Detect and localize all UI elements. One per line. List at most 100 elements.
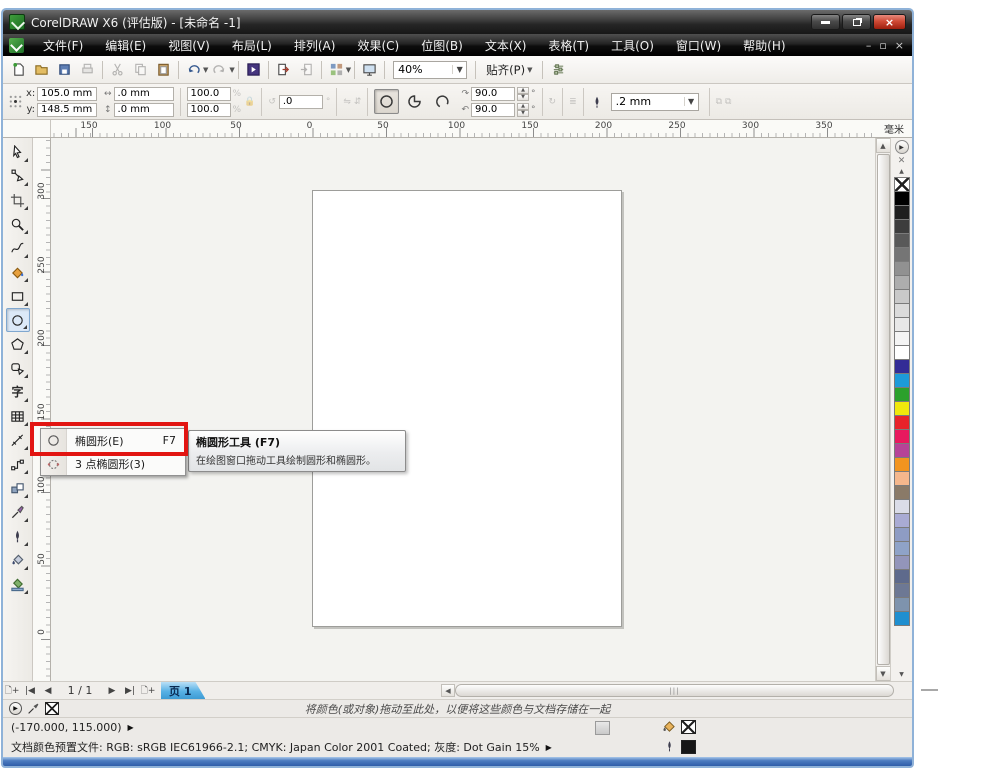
mirror-horizontal-icon[interactable]: ⇋	[343, 97, 351, 107]
color-swatch[interactable]	[894, 359, 910, 374]
snap-to-button[interactable]: 贴齐(P) ▼	[480, 60, 538, 80]
start-angle-down-icon[interactable]: ▼	[517, 94, 529, 101]
color-swatch[interactable]	[894, 443, 910, 458]
color-swatch[interactable]	[894, 527, 910, 542]
scale-y-field[interactable]	[187, 103, 231, 117]
minimize-button[interactable]	[811, 14, 840, 30]
color-swatch[interactable]	[894, 289, 910, 304]
palette-scroll-down-icon[interactable]: ▼	[899, 671, 904, 681]
menu-layout[interactable]: 布局(L)	[221, 34, 283, 57]
shape-tool[interactable]	[6, 164, 30, 188]
zoom-level-combo[interactable]: ▼	[393, 61, 467, 79]
scroll-left-icon[interactable]: ◀	[441, 684, 455, 697]
fill-tool[interactable]	[6, 548, 30, 572]
menu-arrange[interactable]: 排列(A)	[283, 34, 347, 57]
add-page-icon-2[interactable]: 🗋+	[139, 683, 157, 699]
outline-pen-tool[interactable]	[6, 524, 30, 548]
first-page-icon[interactable]: |◀	[21, 683, 39, 699]
color-swatch[interactable]	[894, 219, 910, 234]
color-swatch[interactable]	[894, 415, 910, 430]
color-swatch[interactable]	[894, 597, 910, 612]
color-swatch[interactable]	[894, 541, 910, 556]
color-swatch[interactable]	[894, 373, 910, 388]
scale-x-field[interactable]	[187, 87, 231, 101]
color-swatch[interactable]	[894, 485, 910, 500]
document-page[interactable]	[312, 190, 622, 627]
to-back-icon[interactable]: ⧉	[725, 97, 731, 107]
page-tab[interactable]: 页 1	[161, 682, 205, 699]
palette-flyout-button[interactable]: ▶	[895, 140, 909, 154]
zoom-dropdown-icon[interactable]: ▼	[452, 65, 466, 74]
outline-width-input[interactable]	[612, 95, 664, 108]
end-angle-up-icon[interactable]: ▲	[517, 103, 529, 110]
object-x-field[interactable]	[37, 87, 97, 101]
outline-color-swatch-black[interactable]	[681, 740, 696, 754]
table-tool[interactable]	[6, 404, 30, 428]
import-icon[interactable]	[272, 59, 295, 81]
coreldraw-balloon-icon[interactable]	[9, 38, 24, 53]
eyedropper-icon[interactable]	[27, 702, 40, 715]
rotation-angle-field[interactable]	[279, 95, 323, 109]
crop-tool[interactable]	[6, 188, 30, 212]
vertical-ruler[interactable]: 300250200150100500	[33, 138, 51, 681]
no-color-swatch[interactable]	[894, 177, 910, 192]
menu-file[interactable]: 文件(F)	[32, 34, 94, 57]
color-swatch[interactable]	[894, 345, 910, 360]
document-close-icon[interactable]: ×	[895, 39, 904, 52]
application-launcher-icon-dropdown[interactable]: ▼	[346, 66, 351, 74]
vertical-scrollbar[interactable]: ▲ ▼	[875, 138, 890, 681]
object-y-field[interactable]	[37, 103, 97, 117]
color-swatch[interactable]	[894, 233, 910, 248]
zoom-level-input[interactable]	[394, 63, 446, 76]
new-document-icon[interactable]	[7, 59, 30, 81]
flyout-item-3-point-ellipse[interactable]: 3 点椭圆形(3)	[41, 452, 185, 475]
scroll-up-icon[interactable]: ▲	[876, 138, 891, 153]
outline-width-dropdown-icon[interactable]: ▼	[684, 97, 698, 106]
start-angle-up-icon[interactable]: ▲	[517, 87, 529, 94]
flyout-item-ellipse[interactable]: 椭圆形(E)F7	[41, 429, 185, 452]
menu-table[interactable]: 表格(T)	[537, 34, 600, 57]
fill-color-swatch-none[interactable]	[681, 720, 696, 734]
color-swatch[interactable]	[894, 387, 910, 402]
color-swatch[interactable]	[894, 247, 910, 262]
pie-mode-button[interactable]	[402, 89, 427, 114]
lock-ratio-icon[interactable]: 🔒	[244, 97, 255, 107]
ellipse-tool[interactable]	[6, 308, 30, 332]
horizontal-scrollbar[interactable]: ◀ |||	[441, 683, 894, 698]
color-swatch[interactable]	[894, 555, 910, 570]
change-direction-icon[interactable]: ↻	[549, 97, 557, 107]
menu-edit[interactable]: 编辑(E)	[94, 34, 157, 57]
coordinates-expand-icon[interactable]: ▶	[128, 723, 134, 732]
blend-tool[interactable]	[6, 476, 30, 500]
object-height-field[interactable]	[114, 103, 174, 117]
menu-text[interactable]: 文本(X)	[474, 34, 538, 57]
color-swatch[interactable]	[894, 275, 910, 290]
last-page-icon[interactable]: ▶|	[121, 683, 139, 699]
drawing-canvas[interactable]	[51, 138, 875, 681]
palette-pin-icon[interactable]: ✕	[898, 156, 906, 168]
profile-expand-icon[interactable]: ▶	[546, 743, 552, 752]
options-icon[interactable]	[547, 59, 570, 81]
object-width-field[interactable]	[114, 87, 174, 101]
document-minimize-icon[interactable]: –	[866, 39, 872, 52]
basic-shapes-tool[interactable]	[6, 356, 30, 380]
ruler-origin[interactable]	[3, 120, 51, 137]
color-eyedropper-tool[interactable]	[6, 500, 30, 524]
color-swatch[interactable]	[894, 569, 910, 584]
application-launcher-icon[interactable]	[325, 59, 348, 81]
text-tool[interactable]: 字	[6, 380, 30, 404]
document-restore-icon[interactable]: ▫	[879, 39, 886, 52]
outline-width-combo[interactable]: ▼	[611, 93, 699, 111]
previous-page-icon[interactable]: ◀	[39, 683, 57, 699]
horizontal-scroll-thumb[interactable]: |||	[455, 684, 894, 697]
text-wrap-icon[interactable]: ≣	[569, 97, 577, 107]
add-page-icon[interactable]: 🗋+	[3, 683, 21, 699]
color-swatch[interactable]	[894, 261, 910, 276]
color-swatch[interactable]	[894, 205, 910, 220]
color-swatch[interactable]	[894, 471, 910, 486]
polygon-tool[interactable]	[6, 332, 30, 356]
arc-mode-button[interactable]	[430, 89, 455, 114]
undo-icon[interactable]	[182, 59, 205, 81]
color-swatch[interactable]	[894, 429, 910, 444]
end-angle-field[interactable]	[471, 103, 515, 117]
